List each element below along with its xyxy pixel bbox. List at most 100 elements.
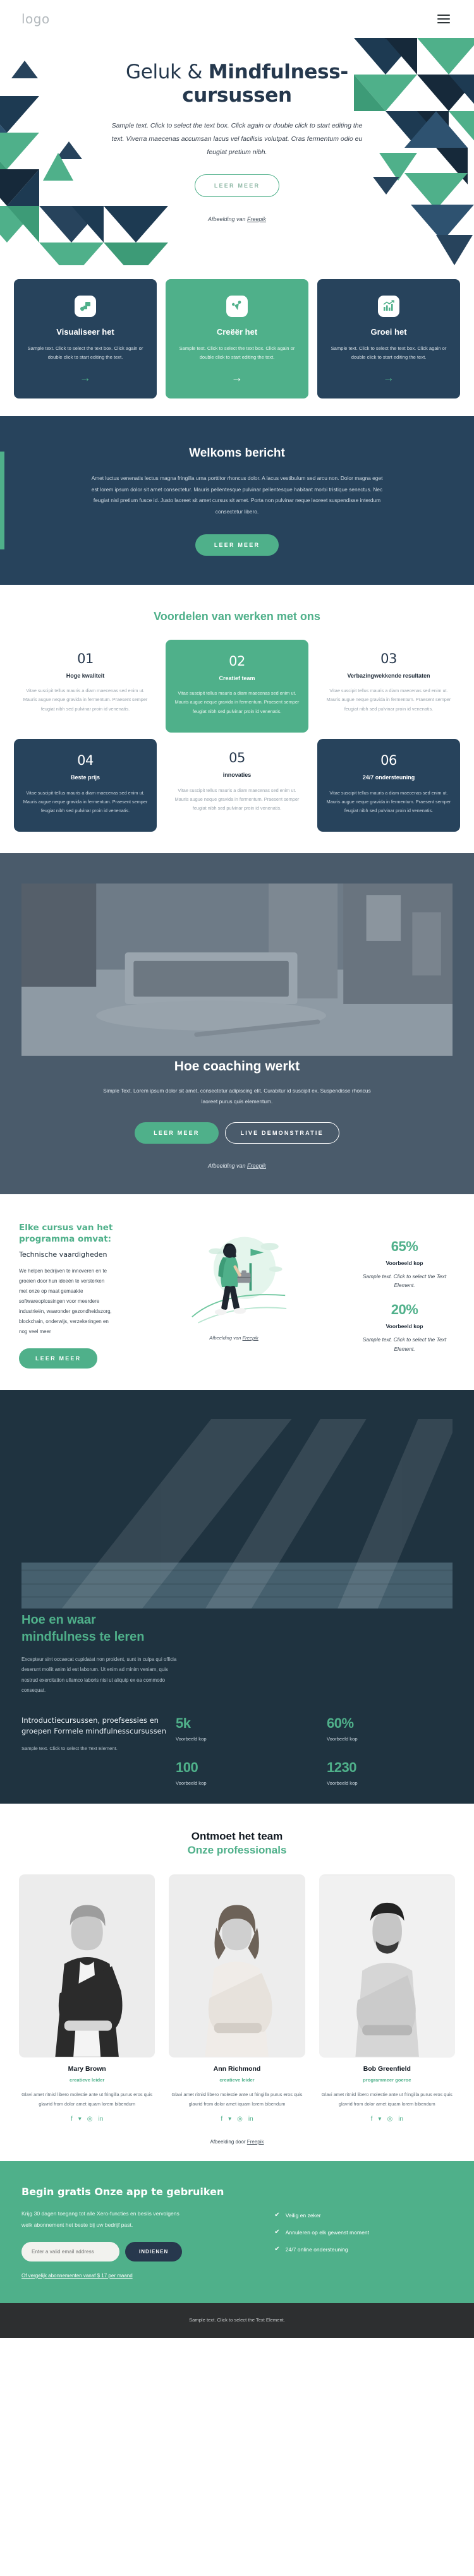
freepik-link[interactable]: Freepik <box>243 1335 258 1341</box>
coaching-section: Hoe coaching werkt Simple Text. Lorem ip… <box>0 853 474 1194</box>
arrow-right-icon[interactable]: → <box>24 372 147 383</box>
mindfulness-left-column: Introductiecursussen, proefsessies en gr… <box>21 1715 167 1752</box>
freepik-link[interactable]: Freepik <box>247 2139 264 2145</box>
benefit-card-05[interactable]: 05 innovaties Vitae suscipit tellus maur… <box>166 739 308 825</box>
benefit-card-06[interactable]: 06 24/7 ondersteuning Vitae suscipit tel… <box>317 738 460 832</box>
curriculum-subtitle: Technische vaardigheden <box>19 1250 107 1259</box>
benefit-title: Hoge kwaliteit <box>66 672 105 679</box>
linkedin-icon[interactable]: in <box>248 2116 253 2123</box>
feature-title: Visualiseer het <box>56 327 114 337</box>
benefit-body: Vitae suscipit tellus mauris a diam maec… <box>326 688 451 712</box>
cta-benefits-list: ✔ Veilig en zeker ✔ Annuleren op elk gew… <box>274 2185 453 2280</box>
feature-body: Sample text. Click to select the text bo… <box>27 345 143 361</box>
site-header: logo <box>0 0 474 38</box>
site-footer: Sample text. Click to select the Text El… <box>0 2303 474 2338</box>
avatar <box>169 1874 305 2058</box>
stat-label: Voorbeeld kop <box>386 1259 423 1266</box>
mindfulness-background <box>21 1419 459 1612</box>
feature-title: Creëër het <box>216 327 258 337</box>
mindfulness-stats-grid: 5k Voorbeeld kop 60% Voorbeeld kop 100 V… <box>176 1715 453 1786</box>
team-subtitle: Onze professionals <box>187 1843 287 1856</box>
instagram-icon[interactable]: ◎ <box>387 2116 392 2123</box>
linkedin-icon[interactable]: in <box>398 2116 403 2123</box>
coaching-title: Hoe coaching werkt <box>174 1058 300 1074</box>
member-social-links: f ▾ ◎ in <box>169 2116 305 2123</box>
stat-label: Voorbeeld kop <box>327 1780 358 1786</box>
linkedin-icon[interactable]: in <box>99 2116 104 2123</box>
member-name: Mary Brown <box>68 2065 106 2073</box>
mindfulness-title: Hoe en waar mindfulness te leren <box>21 1613 145 1644</box>
benefit-body: Vitae suscipit tellus mauris a diam maec… <box>326 789 451 813</box>
avatar <box>319 1874 455 2058</box>
benefit-card-04[interactable]: 04 Beste prijs Vitae suscipit tellus mau… <box>14 738 157 832</box>
hero-title-light: Geluk & <box>126 61 209 83</box>
welcome-cta-button[interactable]: LEER MEER <box>195 534 279 556</box>
twitter-icon[interactable]: ▾ <box>228 2116 231 2123</box>
credit-prefix: Afbeelding van <box>207 216 248 223</box>
instagram-icon[interactable]: ◎ <box>87 2116 93 2123</box>
benefit-number: 01 <box>77 650 94 666</box>
freepik-link[interactable]: Freepik <box>247 1163 266 1169</box>
shapes-icon <box>75 296 96 317</box>
hamburger-icon[interactable] <box>435 12 453 26</box>
curriculum-section: Elke cursus van het programma omvat: Tec… <box>0 1194 474 1391</box>
coaching-primary-button[interactable]: LEER MEER <box>135 1122 219 1144</box>
cta-left-column: Begin gratis Onze app te gebruiken Krijg… <box>21 2185 262 2280</box>
feature-card-visualiseer[interactable]: Visualiseer het Sample text. Click to se… <box>14 279 157 399</box>
mindfulness-lead: Excepteur sint occaecat cupidatat non pr… <box>21 1656 177 1694</box>
curriculum-cta-button[interactable]: LEER MEER <box>19 1348 98 1369</box>
benefit-title: Verbazingwekkende resultaten <box>347 672 430 679</box>
mindfulness-stat-60: 60% Voorbeeld kop <box>327 1715 453 1742</box>
growth-chart-icon <box>378 296 399 317</box>
email-field[interactable] <box>21 2241 119 2261</box>
stat-text: Sample text. Click to select the Text El… <box>362 1336 447 1352</box>
credit-prefix: Afbeelding van <box>209 1334 243 1341</box>
twitter-icon[interactable]: ▾ <box>378 2116 381 2123</box>
arrow-right-icon[interactable]: → <box>327 372 450 383</box>
benefit-body: Vitae suscipit tellus mauris a diam maec… <box>23 688 148 712</box>
compare-plans-link[interactable]: Of vergelijk abonnementen vanaf $ 17 per… <box>21 2273 133 2279</box>
twitter-icon[interactable]: ▾ <box>78 2116 82 2123</box>
feature-card-groei[interactable]: Groei het Sample text. Click to select t… <box>317 279 460 399</box>
submit-button[interactable]: INDIENEN <box>125 2241 183 2261</box>
cta-signup-form: INDIENEN <box>21 2241 262 2261</box>
benefit-title: Creatief team <box>219 674 255 681</box>
freepik-link[interactable]: Freepik <box>247 216 266 222</box>
stat-text: Sample text. Click to select the Text El… <box>362 1273 447 1289</box>
coaching-secondary-button[interactable]: LIVE DEMONSTRATIE <box>224 1122 339 1144</box>
feature-card-creeer[interactable]: Creëër het Sample text. Click to select … <box>166 279 308 399</box>
feature-title: Groei het <box>370 327 407 337</box>
arrow-right-icon[interactable]: → <box>176 372 298 383</box>
coaching-background-photo <box>21 884 453 1059</box>
curriculum-stats-column: 65% Voorbeeld kop Sample text. Click to … <box>354 1222 455 1369</box>
benefit-card-02[interactable]: 02 Creatief team Vitae suscipit tellus m… <box>166 639 308 733</box>
facebook-icon[interactable]: f <box>371 2116 373 2123</box>
benefit-text: Annuleren op elk gewenst moment <box>285 2229 370 2236</box>
benefits-title: Voordelen van werken met ons <box>154 609 320 623</box>
stat-value: 60% <box>327 1715 354 1731</box>
mindfulness-stat-100: 100 Voorbeeld kop <box>176 1759 301 1786</box>
benefit-card-01[interactable]: 01 Hoge kwaliteit Vitae suscipit tellus … <box>14 640 157 726</box>
curriculum-stat-65: 65% Voorbeeld kop Sample text. Click to … <box>354 1238 455 1290</box>
check-icon: ✔ <box>274 2228 280 2236</box>
check-icon: ✔ <box>274 2245 280 2253</box>
logo[interactable]: logo <box>21 11 50 27</box>
member-bio: Glavi amet ritnisl libero molestie ante … <box>171 2092 303 2107</box>
hero-cta-button[interactable]: LEER MEER <box>194 174 280 198</box>
hero-image-credit: Afbeelding van Freepik <box>95 216 379 222</box>
curriculum-image-credit: Afbeelding van Freepik <box>209 1335 258 1341</box>
stat-value: 100 <box>176 1759 198 1775</box>
benefit-number: 05 <box>229 750 245 765</box>
instagram-icon[interactable]: ◎ <box>237 2116 243 2123</box>
benefit-title: innovaties <box>222 771 252 778</box>
member-role: creatieve leider <box>219 2077 255 2083</box>
benefit-card-03[interactable]: 03 Verbazingwekkende resultaten Vitae su… <box>317 640 460 726</box>
facebook-icon[interactable]: f <box>221 2116 222 2123</box>
benefit-number: 04 <box>77 752 94 768</box>
curriculum-paragraph: We helpen bedrijven te innoveren en te g… <box>19 1268 112 1335</box>
benefit-number: 03 <box>380 650 397 666</box>
benefit-title: 24/7 ondersteuning <box>362 774 415 781</box>
facebook-icon[interactable]: f <box>71 2116 73 2123</box>
welcome-section: Welkoms bericht Amet luctus venenatis le… <box>0 416 474 585</box>
benefit-text: Veilig en zeker <box>285 2212 321 2219</box>
